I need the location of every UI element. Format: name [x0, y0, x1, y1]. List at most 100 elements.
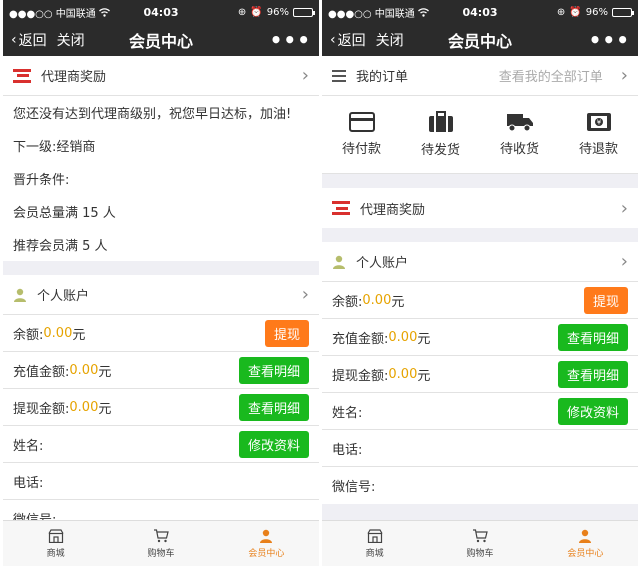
agent-message: 您还没有达到代理商级别，祝您早日达标，加油! [13, 107, 292, 122]
name-row: 姓名: 修改资料 [3, 426, 319, 463]
chevron-left-icon: ‹ [330, 32, 336, 48]
rotation-lock-icon: ⊕ [556, 6, 566, 18]
recharge-detail-button[interactable]: 查看明细 [238, 356, 309, 384]
rotation-lock-icon: ⊕ [237, 6, 247, 18]
wechat-row: 微信号: [322, 467, 638, 504]
wechat-row: 微信号: [3, 500, 319, 520]
cart-icon [153, 528, 169, 542]
refund-icon: ¥ [586, 113, 611, 131]
tab-bar: 商城 购物车 会员中心 [3, 520, 319, 566]
page-title: 会员中心 [128, 32, 194, 51]
chevron-right-icon: › [301, 284, 309, 305]
tab-member[interactable]: 会员中心 [533, 521, 638, 566]
balance-row: 余额: 0.00 元 提现 [322, 282, 638, 319]
order-pending-payment[interactable]: 待付款 [322, 96, 401, 173]
chevron-right-icon: › [301, 65, 309, 86]
more-button[interactable]: ••• [589, 30, 630, 50]
withdraw-detail-button[interactable]: 查看明细 [238, 393, 309, 421]
withdraw-row: 提现金额: 0.00 元 查看明细 [3, 389, 319, 426]
agent-header[interactable]: 代理商奖励 › [322, 188, 638, 228]
main-content: 代理商奖励 › 您还没有达到代理商级别，祝您早日达标，加油! 下一级:经销商 晋… [3, 56, 319, 520]
withdraw-detail-button[interactable]: 查看明细 [557, 360, 628, 388]
tab-cart[interactable]: 购物车 [108, 521, 213, 566]
upgrade-label: 晋升条件: [13, 173, 70, 188]
truck-icon [506, 114, 533, 132]
chevron-right-icon: › [620, 197, 628, 219]
clock: 04:03 [143, 5, 179, 19]
recharge-row: 充值金额: 0.00 元 查看明细 [322, 319, 638, 356]
chevron-right-icon: › [620, 65, 628, 86]
condition-members: 会员总量满 15 人 [13, 206, 116, 221]
account-section: 个人账户 › 余额: 0.00 元 提现 充值金额: 0.00 元 查看明细 提… [322, 242, 638, 504]
order-pending-shipment[interactable]: 待发货 [401, 96, 480, 173]
battery-percent: 96% [585, 6, 608, 18]
wifi-icon [417, 7, 429, 17]
account-section: 个人账户 › 余额: 0.00 元 提现 充值金额: 0.00 元 查看明细 提… [3, 275, 319, 520]
status-bar: ●●●○○ 中国联通 04:03 ⊕ ⏰ 96% [3, 0, 319, 24]
phone-row: 电话: [3, 463, 319, 500]
battery-percent: 96% [266, 6, 289, 18]
page-title: 会员中心 [447, 32, 513, 51]
tab-member[interactable]: 会员中心 [214, 521, 319, 566]
back-button[interactable]: ‹ 返回 [11, 30, 47, 50]
chevron-left-icon: ‹ [11, 32, 17, 48]
phone-left: ●●●○○ 中国联通 04:03 ⊕ ⏰ 96% ‹ 返回 关闭 会员中心 •••… [3, 0, 319, 566]
withdraw-button[interactable]: 提现 [583, 286, 628, 314]
carrier: ●●●○○ 中国联通 [9, 5, 110, 20]
more-button[interactable]: ••• [270, 30, 311, 50]
orders-section: 我的订单 查看我的全部订单 › 待付款 待发货 待收货 ¥ 待退款 [322, 56, 638, 174]
condition-referrals: 推荐会员满 5 人 [13, 239, 108, 254]
agent-logo-icon [13, 68, 31, 83]
agent-logo-icon [332, 201, 350, 215]
tab-bar: 商城 购物车 会员中心 [322, 520, 638, 566]
cart-icon [472, 528, 488, 542]
edit-profile-button[interactable]: 修改资料 [557, 397, 628, 425]
view-all-orders[interactable]: 查看我的全部订单 [499, 66, 603, 85]
order-status-grid: 待付款 待发货 待收货 ¥ 待退款 [322, 96, 638, 174]
svg-text:¥: ¥ [596, 119, 601, 127]
account-header[interactable]: 个人账户 › [322, 242, 638, 282]
tab-shop[interactable]: 商城 [322, 521, 427, 566]
back-button[interactable]: ‹ 返回 [330, 30, 366, 50]
status-bar: ●●●○○ 中国联通 04:03 ⊕ ⏰ 96% [322, 0, 638, 24]
tab-shop[interactable]: 商城 [3, 521, 108, 566]
order-pending-refund[interactable]: ¥ 待退款 [559, 96, 638, 173]
chevron-right-icon: › [620, 251, 628, 272]
balance-row: 余额: 0.00 元 提现 [3, 315, 319, 352]
member-icon [579, 529, 592, 543]
close-button[interactable]: 关闭 [376, 30, 404, 50]
account-header[interactable]: 个人账户 › [3, 275, 319, 315]
wifi-icon [98, 7, 110, 17]
orders-header[interactable]: 我的订单 查看我的全部订单 › [322, 56, 638, 96]
battery-icon [293, 7, 315, 17]
withdraw-button[interactable]: 提现 [264, 319, 309, 347]
close-button[interactable]: 关闭 [57, 30, 85, 50]
name-row: 姓名: 修改资料 [322, 393, 638, 430]
shop-icon [48, 528, 64, 543]
tab-cart[interactable]: 购物车 [427, 521, 532, 566]
next-level: 下一级:经销商 [13, 140, 96, 155]
phone-right: ●●●○○ 中国联通 04:03 ⊕ ⏰ 96% ‹ 返回 关闭 会员中心 •••… [322, 0, 638, 566]
screenshot-pair: ●●●○○ 中国联通 04:03 ⊕ ⏰ 96% ‹ 返回 关闭 会员中心 •••… [0, 0, 640, 566]
list-icon [332, 69, 346, 82]
clock: 04:03 [462, 5, 498, 19]
person-icon [333, 255, 345, 269]
main-content: 我的订单 查看我的全部订单 › 待付款 待发货 待收货 ¥ 待退款 代理商奖励 … [322, 56, 638, 520]
recharge-row: 充值金额: 0.00 元 查看明细 [3, 352, 319, 389]
shop-icon [367, 528, 383, 543]
recharge-detail-button[interactable]: 查看明细 [557, 323, 628, 351]
carrier: ●●●○○ 中国联通 [328, 5, 429, 20]
edit-profile-button[interactable]: 修改资料 [238, 430, 309, 458]
member-icon [260, 529, 273, 543]
phone-row: 电话: [322, 430, 638, 467]
agent-header[interactable]: 代理商奖励 › [3, 56, 319, 96]
briefcase-icon [428, 111, 453, 132]
battery-icon [612, 7, 634, 17]
order-pending-receipt[interactable]: 待收货 [480, 96, 559, 173]
agent-section: 代理商奖励 › 您还没有达到代理商级别，祝您早日达标，加油! 下一级:经销商 晋… [3, 56, 319, 261]
person-icon [14, 288, 26, 302]
nav-bar: ‹ 返回 关闭 会员中心 ••• [3, 24, 319, 56]
alarm-icon: ⏰ [569, 6, 582, 18]
nav-bar: ‹ 返回 关闭 会员中心 ••• [322, 24, 638, 56]
agent-section: 代理商奖励 › [322, 188, 638, 228]
